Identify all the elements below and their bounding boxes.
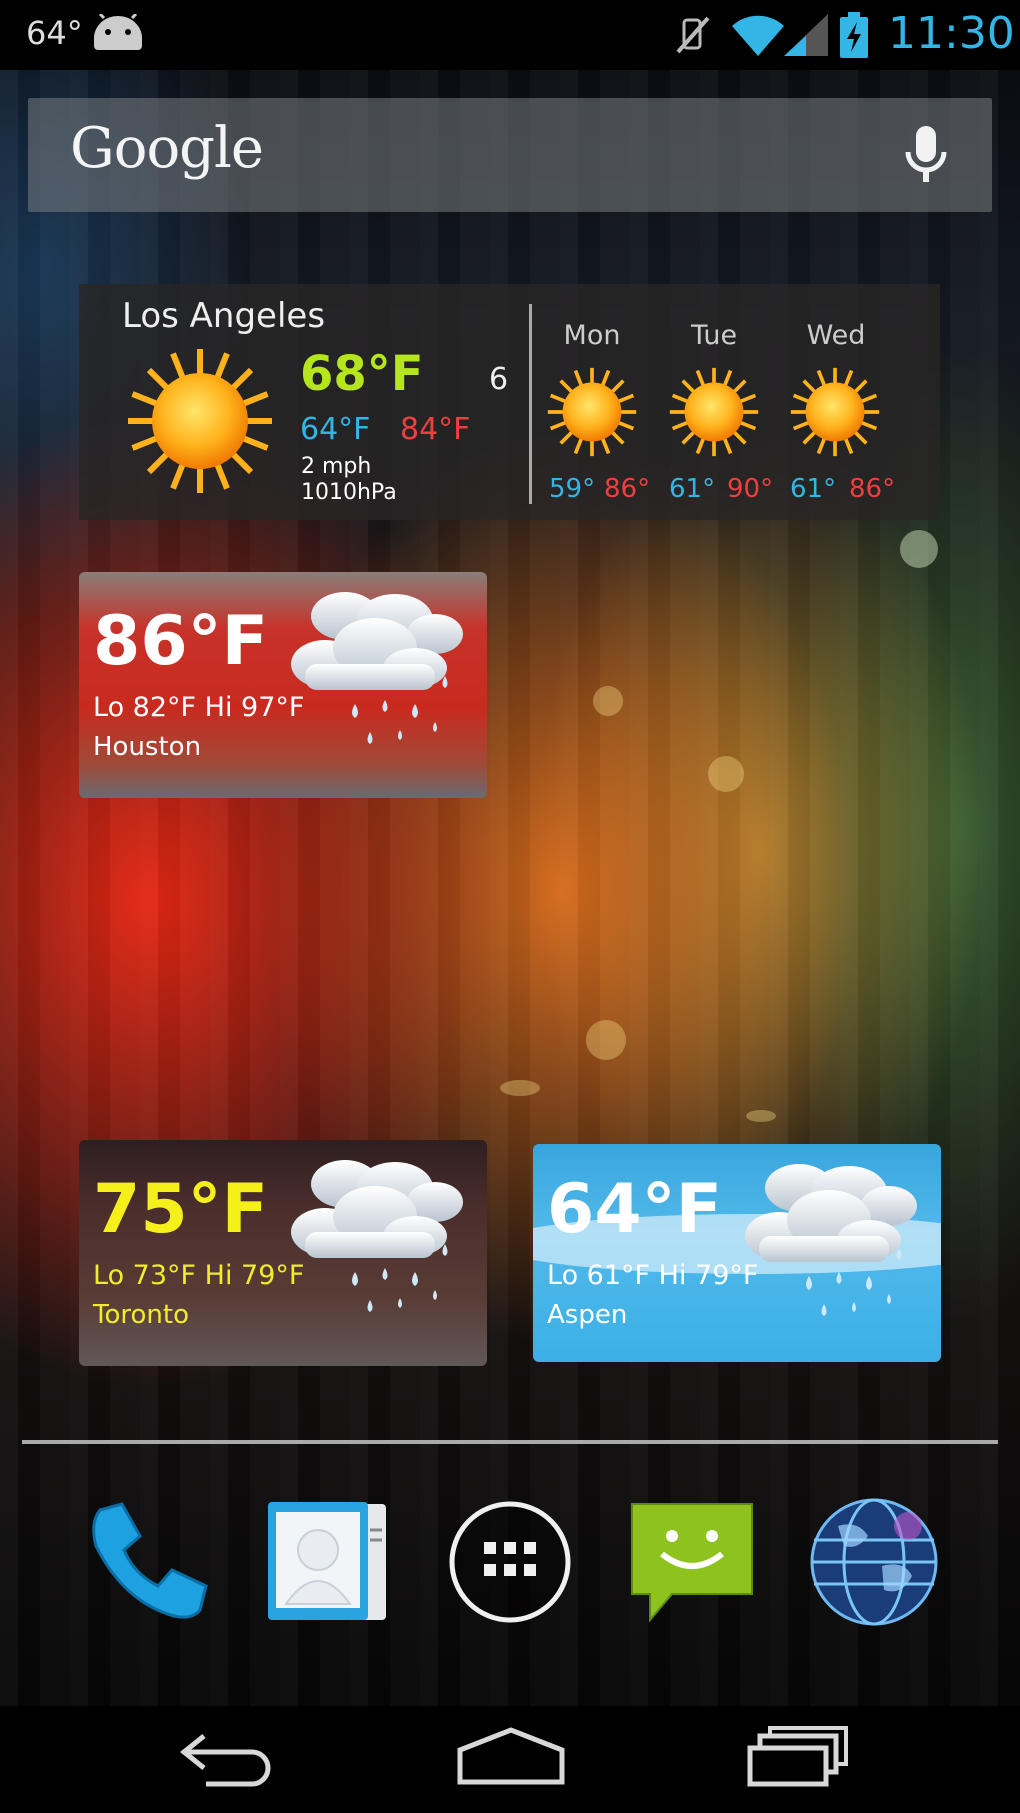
messaging-icon[interactable] (628, 1498, 756, 1626)
google-search-bar[interactable]: Google (28, 98, 992, 212)
la-current-temp: 68°F (300, 346, 424, 402)
android-icon (94, 14, 142, 50)
contacts-icon[interactable] (266, 1500, 390, 1624)
phone-icon[interactable] (82, 1496, 214, 1628)
la-high-temp: 84°F (400, 412, 471, 447)
forecast-high: 86° (604, 474, 651, 504)
forecast-low: 61° (669, 474, 716, 504)
app-drawer-icon[interactable] (446, 1498, 574, 1626)
la-city-name: Los Angeles (122, 296, 326, 336)
tile-city: Houston (93, 732, 202, 762)
dock-divider (22, 1440, 998, 1444)
bokeh-light (586, 1020, 626, 1060)
tile-lo-hi: Lo 73°F Hi 79°F (93, 1260, 305, 1291)
mute-icon (676, 16, 710, 54)
bokeh-light (500, 1080, 540, 1096)
clock: 11:30 (888, 8, 1015, 59)
houston-weather-widget[interactable]: 86°F Lo 82°F Hi 97°F Houston (79, 572, 487, 798)
tile-city: Toronto (93, 1300, 189, 1330)
la-wind-speed: 2 mph (301, 454, 372, 479)
forecast-low: 59° (549, 474, 596, 504)
home-icon[interactable] (456, 1726, 566, 1786)
bokeh-light (746, 1110, 776, 1122)
rain-cloud-icon (291, 592, 463, 744)
la-low-temp: 64°F (300, 412, 371, 447)
rain-cloud-icon (745, 1164, 917, 1316)
forecast-day-label: Wed (806, 320, 866, 351)
battery-charging-icon (840, 12, 868, 58)
toronto-weather-widget[interactable]: 75°F Lo 73°F Hi 79°F Toronto (79, 1140, 487, 1366)
tile-temp: 86°F (93, 602, 269, 681)
bokeh-light (900, 530, 938, 568)
forecast-high: 86° (849, 474, 896, 504)
sun-icon (789, 366, 881, 458)
wifi-icon (732, 15, 784, 56)
browser-globe-icon[interactable] (808, 1496, 940, 1628)
navigation-bar (0, 1706, 1020, 1813)
status-bar: 64° 11:30 (0, 0, 1020, 70)
tile-temp: 64°F (547, 1170, 723, 1249)
forecast-day-label: Tue (690, 320, 738, 351)
tile-lo-hi: Lo 61°F Hi 79°F (547, 1260, 759, 1291)
aspen-weather-widget[interactable]: 64°F Lo 61°F Hi 79°F Aspen (533, 1144, 941, 1362)
forecast-high: 90° (727, 474, 774, 504)
bokeh-light (708, 756, 744, 792)
status-temperature: 64° (26, 14, 83, 52)
forecast-low: 61° (790, 474, 837, 504)
la-pressure: 1010hPa (301, 480, 397, 505)
la-weather-widget[interactable]: Los Angeles 68°F 64°F 84°F 2 mph 1010hPa… (79, 284, 940, 520)
tile-city: Aspen (547, 1300, 628, 1330)
la-extra-number: 6 (489, 362, 509, 397)
forecast-day-label: Mon (563, 320, 621, 351)
sun-icon (668, 366, 760, 458)
google-logo[interactable]: Google (70, 116, 264, 181)
signal-icon (784, 14, 828, 56)
bokeh-light (593, 686, 623, 716)
sun-icon (546, 366, 638, 458)
mic-icon[interactable] (902, 124, 950, 188)
recent-apps-icon[interactable] (746, 1726, 850, 1788)
sun-icon (125, 346, 275, 496)
rain-cloud-icon (291, 1160, 463, 1312)
tile-lo-hi: Lo 82°F Hi 97°F (93, 692, 305, 723)
tile-temp: 75°F (93, 1170, 269, 1249)
back-icon[interactable] (176, 1728, 276, 1788)
